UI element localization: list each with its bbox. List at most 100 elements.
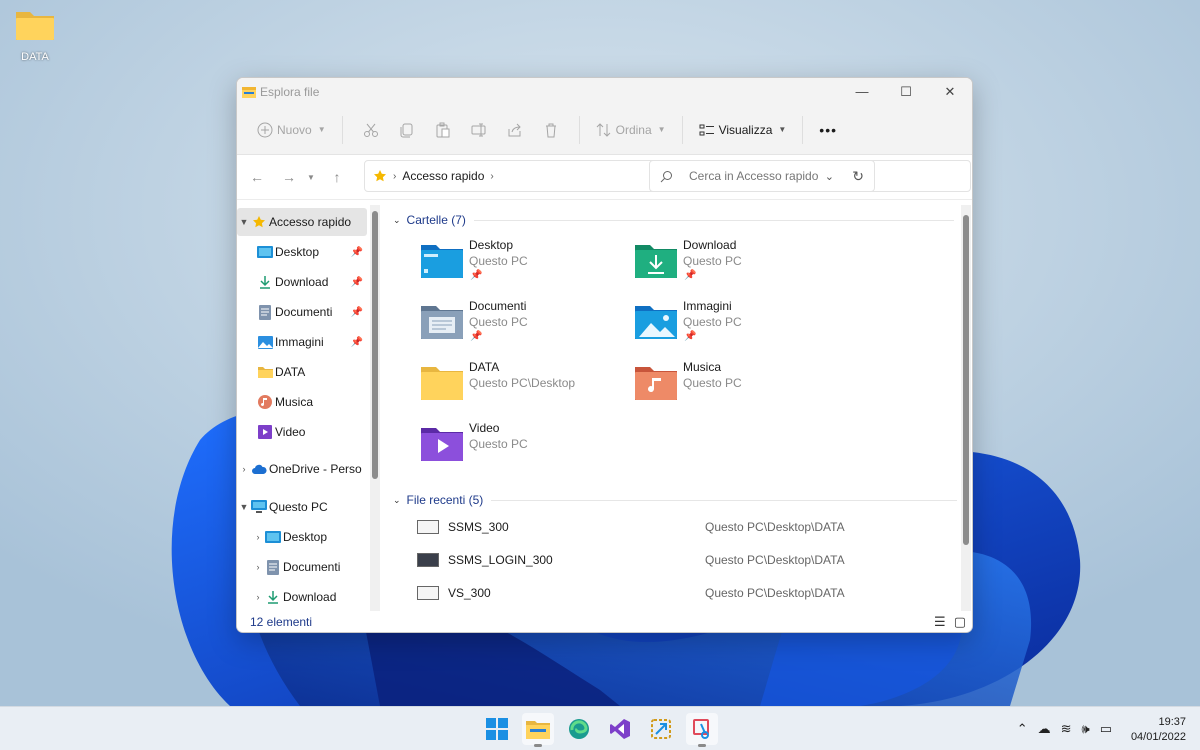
- folder-name: Documenti: [469, 299, 527, 313]
- cloud-icon[interactable]: ☁: [1038, 721, 1051, 737]
- title-bar[interactable]: Esplora file — ☐ ✕: [237, 78, 972, 105]
- sidebar-item-data[interactable]: DATA: [237, 358, 367, 386]
- maximize-button[interactable]: ☐: [884, 78, 928, 105]
- recent-file-name: SSMS_300: [448, 520, 509, 534]
- share-button[interactable]: [502, 115, 528, 145]
- minimize-button[interactable]: —: [840, 78, 884, 105]
- sidebar-item-music[interactable]: Musica: [237, 388, 367, 416]
- folder-tile-data[interactable]: DATA Questo PC\Desktop: [421, 360, 621, 418]
- start-button[interactable]: [481, 713, 513, 745]
- sidebar-item-label: Download: [275, 275, 329, 289]
- folder-name: Desktop: [469, 238, 514, 252]
- search-box[interactable]: Cerca in Accesso rapido: [649, 160, 971, 192]
- sidebar-item-desktop[interactable]: Desktop 📌: [237, 238, 367, 266]
- sidebar-item-onedrive[interactable]: › OneDrive - Perso: [237, 455, 367, 483]
- folder-tile-download[interactable]: Download Questo PC 📌: [635, 238, 835, 296]
- sidebar-item-pictures[interactable]: Immagini 📌: [237, 328, 367, 356]
- sidebar-item-this-pc[interactable]: ▼ Questo PC: [237, 493, 367, 521]
- plus-circle-icon: [257, 122, 273, 137]
- recent-file-row[interactable]: SSMS_LOGIN_300 Questo PC\Desktop\DATA: [417, 545, 947, 575]
- chevron-down-icon[interactable]: ▼: [237, 217, 251, 227]
- running-indicator: [698, 744, 706, 747]
- cut-button[interactable]: [358, 115, 384, 145]
- desktop-icon: [257, 244, 273, 260]
- recent-file-row[interactable]: VS_300 Questo PC\Desktop\DATA: [417, 578, 947, 608]
- file-explorer-window: Esplora file — ☐ ✕ Nuovo ▼ Ordina ▼ Visu…: [236, 77, 973, 633]
- recent-file-path: Questo PC\Desktop\DATA: [705, 586, 845, 600]
- chevron-down-icon[interactable]: ▼: [237, 502, 251, 512]
- volume-icon[interactable]: 🕪: [1082, 721, 1090, 737]
- clock[interactable]: 19:37 04/01/2022: [1131, 715, 1186, 745]
- battery-icon[interactable]: ▭: [1100, 721, 1112, 737]
- new-button[interactable]: Nuovo ▼: [251, 115, 332, 145]
- paste-button[interactable]: [430, 115, 456, 145]
- taskbar-visual-studio[interactable]: [604, 713, 636, 745]
- section-divider: [491, 499, 958, 501]
- back-button[interactable]: ←: [243, 163, 271, 191]
- copy-button[interactable]: [394, 115, 420, 145]
- folder-tile-video[interactable]: Video Questo PC: [421, 421, 621, 479]
- forward-button[interactable]: →: [275, 163, 303, 191]
- recent-section-header[interactable]: ⌄ File recenti (5): [393, 493, 958, 507]
- sidebar-item-download[interactable]: Download 📌: [237, 268, 367, 296]
- folder-tile-desktop[interactable]: Desktop Questo PC 📌: [421, 238, 621, 296]
- file-icon: [417, 586, 439, 600]
- sidebar-item-pc-documents[interactable]: › Documenti: [237, 553, 367, 581]
- status-bar: 12 elementi ☰ ▢: [237, 611, 972, 632]
- desktop-folder-data[interactable]: DATA: [10, 8, 60, 63]
- sidebar-item-label: OneDrive - Perso: [269, 462, 362, 476]
- taskbar-edge[interactable]: [563, 713, 595, 745]
- scrollbar-thumb[interactable]: [963, 215, 969, 545]
- details-view-icon[interactable]: ☰: [934, 614, 946, 630]
- folder-name: DATA: [469, 360, 500, 374]
- sidebar-item-pc-desktop[interactable]: › Desktop: [237, 523, 367, 551]
- pin-icon: 📌: [350, 276, 363, 288]
- chevron-down-icon: ⌄: [393, 214, 401, 225]
- folder-tile-pictures[interactable]: Immagini Questo PC 📌: [635, 299, 835, 357]
- paste-icon: [436, 122, 450, 137]
- recent-file-path: Questo PC\Desktop\DATA: [705, 520, 845, 534]
- sidebar-item-label: Questo PC: [269, 500, 328, 514]
- folder-tile-music[interactable]: Musica Questo PC: [635, 360, 835, 418]
- sidebar-scrollbar[interactable]: [370, 205, 380, 611]
- sort-icon: [596, 122, 610, 137]
- chevron-up-icon[interactable]: ⌃: [1017, 721, 1028, 737]
- taskbar-tool-app[interactable]: [645, 713, 677, 745]
- scrollbar-thumb[interactable]: [372, 211, 378, 479]
- sidebar-item-pc-download[interactable]: › Download: [237, 583, 367, 611]
- video-folder-icon: [421, 428, 463, 461]
- view-button[interactable]: Visualizza ▼: [693, 115, 793, 145]
- arrow-left-icon: ←: [250, 169, 264, 185]
- more-options-button[interactable]: •••: [813, 115, 843, 145]
- sidebar-item-quick-access[interactable]: ▼ Accesso rapido: [237, 208, 367, 236]
- up-button[interactable]: ↑: [323, 163, 351, 191]
- folder-tile-documents[interactable]: Documenti Questo PC 📌: [421, 299, 621, 357]
- recent-locations-button[interactable]: ▼: [303, 163, 319, 191]
- chevron-right-icon[interactable]: ›: [251, 532, 265, 542]
- wifi-icon[interactable]: ≋: [1061, 721, 1072, 737]
- close-button[interactable]: ✕: [928, 78, 972, 105]
- pin-icon: 📌: [350, 246, 363, 258]
- folder-location: Questo PC: [469, 437, 528, 451]
- folders-section-header[interactable]: ⌄ Cartelle (7): [393, 213, 954, 227]
- content-scrollbar[interactable]: [961, 205, 971, 611]
- delete-button[interactable]: [538, 115, 564, 145]
- windows-icon: [486, 718, 508, 740]
- command-bar: Nuovo ▼ Ordina ▼ Visualizza ▼ •••: [237, 105, 972, 155]
- search-input[interactable]: Cerca in Accesso rapido: [689, 169, 818, 183]
- file-explorer-icon: [526, 721, 550, 739]
- rename-button[interactable]: [466, 115, 492, 145]
- breadcrumb[interactable]: Accesso rapido: [402, 169, 484, 183]
- folder-location: Questo PC: [683, 315, 742, 329]
- chevron-right-icon[interactable]: ›: [251, 592, 265, 602]
- chevron-right-icon[interactable]: ›: [251, 562, 265, 572]
- taskbar-file-explorer[interactable]: [522, 713, 554, 747]
- taskbar-snipping-tool[interactable]: [686, 713, 718, 747]
- chevron-right-icon[interactable]: ›: [237, 464, 251, 474]
- recent-file-name: SSMS_LOGIN_300: [448, 553, 553, 567]
- sidebar-item-documents[interactable]: Documenti 📌: [237, 298, 367, 326]
- tiles-view-icon[interactable]: ▢: [954, 614, 966, 630]
- recent-file-row[interactable]: SSMS_300 Questo PC\Desktop\DATA: [417, 512, 947, 542]
- sort-button[interactable]: Ordina ▼: [590, 115, 672, 145]
- sidebar-item-video[interactable]: Video: [237, 418, 367, 446]
